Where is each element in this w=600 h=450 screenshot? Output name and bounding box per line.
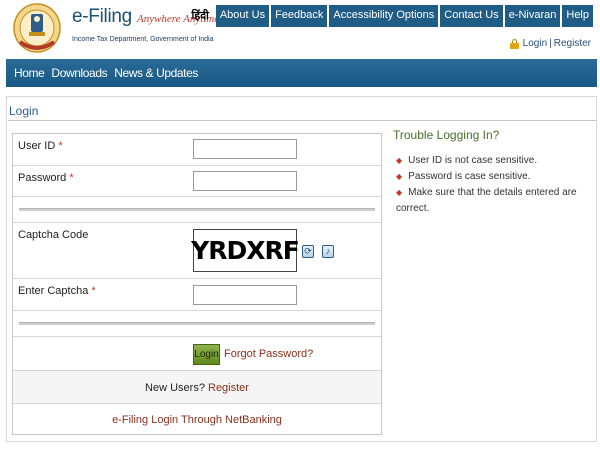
trouble-title: Trouble Logging In? — [393, 128, 500, 142]
forgot-password-link[interactable]: Forgot Password? — [224, 348, 313, 360]
nav-downloads[interactable]: Downloads — [51, 66, 107, 80]
brand-subtitle: Income Tax Department, Government of Ind… — [72, 36, 214, 43]
top-link-accessibility-options[interactable]: Accessibility Options — [329, 5, 439, 27]
register-link[interactable]: Register — [208, 382, 249, 394]
trouble-tips-list: ◆ User ID is not case sensitive. ◆ Passwor… — [396, 153, 596, 214]
login-register-links: Login | Register — [509, 38, 591, 49]
content-panel: Login User ID * Password * Captcha Code … — [6, 96, 597, 442]
bullet-icon: ◆ — [396, 188, 403, 197]
top-link-help[interactable]: Help — [562, 5, 593, 27]
password-row: Password * — [13, 166, 381, 197]
password-label: Password * — [18, 172, 74, 184]
main-navigation: Home Downloads News & Updates — [6, 59, 597, 87]
header-register-link[interactable]: Register — [554, 38, 591, 49]
enter-captcha-row: Enter Captcha * — [13, 279, 381, 311]
top-link-about-us[interactable]: About Us — [215, 5, 270, 27]
title-divider — [8, 120, 596, 121]
audio-captcha-icon[interactable]: ♪ — [322, 245, 334, 258]
section-title: Login — [9, 104, 39, 118]
list-item: ◆ User ID is not case sensitive. — [396, 155, 538, 166]
login-form: User ID * Password * Captcha Code YRDXRF… — [12, 133, 382, 435]
form-separator — [13, 197, 381, 223]
user-id-input[interactable] — [193, 139, 297, 159]
top-link-contact-us[interactable]: Contact Us — [440, 5, 503, 27]
top-link-feedback[interactable]: Feedback — [271, 5, 328, 27]
captcha-row: Captcha Code YRDXRF ⟳ ♪ — [13, 223, 381, 279]
top-link-e-nivaran[interactable]: e-Nivaran — [504, 5, 561, 27]
bullet-icon: ◆ — [396, 172, 403, 181]
list-item: ◆ Password is case sensitive. — [396, 171, 531, 182]
required-marker: * — [91, 285, 96, 297]
user-id-row: User ID * — [13, 134, 381, 166]
site-header: e-Filing Anywhere Anytime Income Tax Dep… — [0, 0, 600, 58]
user-id-label: User ID * — [18, 140, 63, 152]
top-navigation: हिंदी About Us Feedback Accessibility Op… — [191, 5, 593, 27]
lock-icon — [509, 38, 519, 49]
nav-home[interactable]: Home — [14, 66, 45, 80]
header-divider: | — [549, 38, 552, 49]
brand-name: e-Filing — [72, 6, 132, 27]
login-action-row: Login Forgot Password? — [13, 337, 381, 371]
enter-captcha-label: Enter Captcha * — [18, 285, 96, 297]
header-login-link[interactable]: Login — [523, 38, 547, 49]
refresh-captcha-icon[interactable]: ⟳ — [302, 245, 314, 258]
new-users-row: New Users? Register — [13, 371, 381, 404]
netbanking-login-link[interactable]: e-Filing Login Through NetBanking — [112, 414, 282, 426]
required-marker: * — [58, 140, 63, 152]
required-marker: * — [69, 172, 74, 184]
list-item: ◆ Make sure that the details entered are … — [396, 187, 577, 214]
nav-news-updates[interactable]: News & Updates — [114, 66, 198, 80]
captcha-image: YRDXRF — [191, 229, 300, 272]
emblem-logo[interactable] — [12, 2, 62, 54]
new-users-text: New Users? — [145, 382, 205, 394]
enter-captcha-input[interactable] — [193, 285, 297, 305]
password-input[interactable] — [193, 171, 297, 191]
login-button[interactable]: Login — [193, 344, 220, 365]
language-toggle-link[interactable]: हिंदी — [191, 5, 213, 27]
captcha-label: Captcha Code — [18, 229, 89, 241]
netbanking-row: e-Filing Login Through NetBanking — [13, 404, 381, 434]
form-separator — [13, 311, 381, 337]
bullet-icon: ◆ — [396, 156, 403, 165]
